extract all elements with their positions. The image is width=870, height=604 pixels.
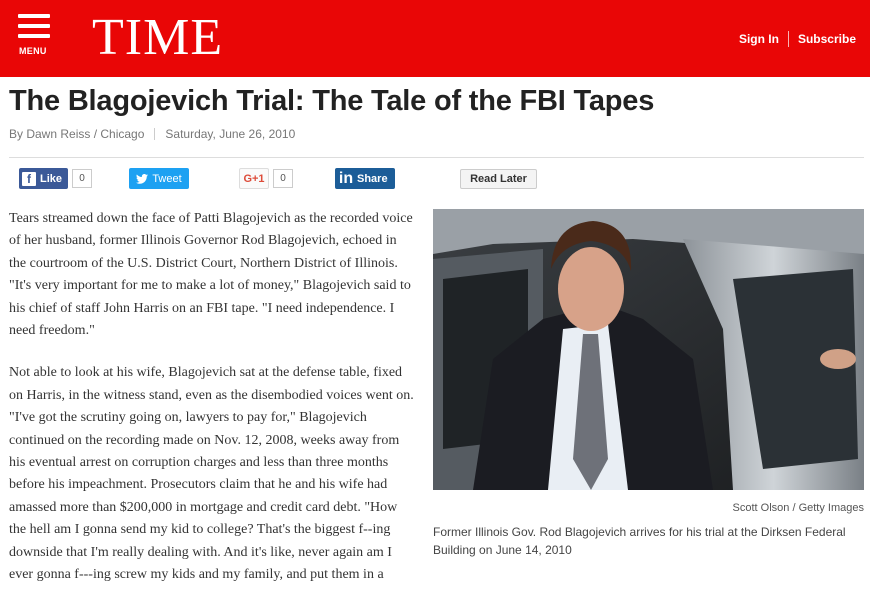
- divider-rule: [9, 157, 864, 158]
- subscribe-link[interactable]: Subscribe: [798, 32, 856, 46]
- linkedin-share-label: Share: [357, 172, 388, 185]
- account-links: Sign In Subscribe: [739, 31, 856, 47]
- googleplus-share: G+1 0: [239, 168, 293, 189]
- photo-caption: Former Illinois Gov. Rod Blagojevich arr…: [433, 525, 846, 557]
- article-body: Tears streamed down the face of Patti Bl…: [9, 208, 414, 604]
- facebook-count: 0: [72, 169, 93, 188]
- time-logo[interactable]: TIME: [92, 8, 223, 68]
- twitter-bird-icon: [136, 173, 149, 184]
- author[interactable]: By Dawn Reiss / Chicago: [9, 127, 144, 141]
- tweet-label: Tweet: [152, 172, 182, 185]
- hamburger-icon: [18, 14, 50, 18]
- facebook-like-button[interactable]: f Like: [19, 168, 69, 189]
- linkedin-icon: in: [338, 169, 354, 187]
- googleplus-count: 0: [273, 169, 293, 188]
- article-photo[interactable]: [433, 209, 864, 490]
- read-later-button[interactable]: Read Later: [460, 169, 537, 189]
- article-paragraph: Tears streamed down the face of Patti Bl…: [9, 211, 413, 339]
- googleplus-button[interactable]: G+1: [239, 168, 269, 189]
- linkedin-share-button[interactable]: in Share: [335, 168, 395, 189]
- facebook-share: f Like 0: [19, 168, 93, 189]
- linkedin-share: in Share: [335, 168, 395, 189]
- facebook-like-label: Like: [40, 172, 63, 185]
- photo-credit: Scott Olson / Getty Images: [732, 502, 864, 514]
- byline: By Dawn Reiss / Chicago Saturday, June 2…: [9, 127, 295, 141]
- tweet-button[interactable]: Tweet: [129, 168, 189, 189]
- article-title: The Blagojevich Trial: The Tale of the F…: [9, 85, 655, 117]
- site-header: MENU TIME Sign In Subscribe: [0, 0, 870, 77]
- article-paragraph: Not able to look at his wife, Blagojevic…: [9, 365, 414, 583]
- facebook-icon: f: [22, 171, 36, 186]
- hamburger-icon-bar: [18, 34, 50, 38]
- menu-label[interactable]: MENU: [19, 46, 47, 56]
- hamburger-icon-bar: [18, 24, 50, 28]
- photo-image: [433, 209, 864, 490]
- divider: [154, 128, 156, 140]
- divider: [787, 31, 789, 47]
- twitter-share: Tweet: [129, 168, 189, 189]
- publish-date: Saturday, June 26, 2010: [165, 127, 296, 141]
- sign-in-link[interactable]: Sign In: [739, 32, 779, 46]
